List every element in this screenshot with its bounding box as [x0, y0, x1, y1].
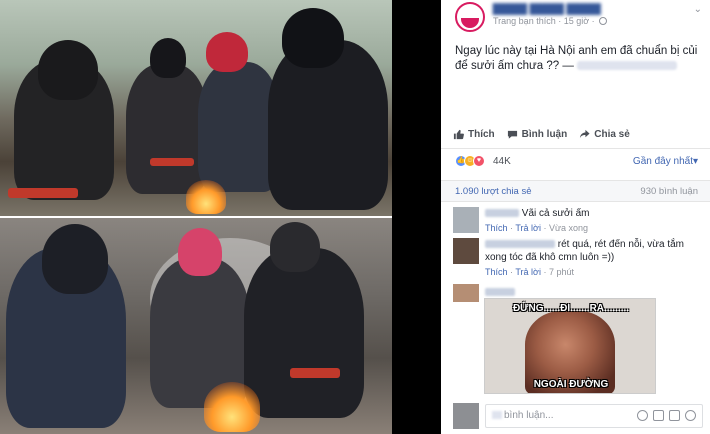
stats-bar: 1.090 lượt chia sẻ 930 bình luận: [441, 180, 710, 202]
comment-like-link[interactable]: Thích: [485, 223, 508, 233]
blurred-tag[interactable]: [577, 61, 678, 70]
comment-time[interactable]: 7 phút: [549, 267, 574, 277]
comment-label: Bình luận: [521, 129, 568, 140]
comment-2: rét quá, rét đến nỗi, vừa tắm xong tóc đ…: [453, 238, 703, 278]
post-header: ▇▇▇▇ ▇▇▇▇ ▇▇▇▇ Trang bạn thích · 15 giờ …: [441, 0, 710, 34]
speech-bubble-icon: [507, 130, 517, 139]
photo-top[interactable]: [0, 0, 392, 216]
share-arrow-icon: [580, 129, 590, 139]
caret-down-icon: ▾: [692, 156, 698, 167]
comment-author-blurred[interactable]: [485, 240, 555, 248]
comment-count[interactable]: 930 bình luận: [640, 186, 698, 197]
globe-icon: [599, 17, 608, 25]
like-label: Thích: [468, 129, 495, 140]
reactions-bar: 👍 ☺ ♥ 44K Gần đây nhất▾: [441, 148, 710, 174]
love-reaction-icon: ♥: [473, 155, 485, 167]
comment-input[interactable]: bình luận...: [485, 404, 703, 428]
gif-icon[interactable]: [669, 410, 680, 421]
comment-button[interactable]: Bình luận: [507, 129, 568, 140]
campfire: [186, 180, 226, 214]
share-button[interactable]: Chia sẻ: [579, 129, 630, 140]
comment-meta: Thích · Trả lời · 7 phút: [485, 267, 574, 277]
person-7-hood: [270, 222, 320, 272]
avatar: [453, 403, 479, 429]
page-name-blurred[interactable]: ▇▇▇▇ ▇▇▇▇ ▇▇▇▇: [493, 2, 601, 15]
person-6-hood: [178, 228, 222, 276]
sort-label: Gần đây nhất: [632, 156, 693, 167]
comment-body: Vãi cả sưởi ấm Thích · Trả lời · Vừa xon…: [485, 207, 703, 235]
comment-reply-link[interactable]: Trả lời: [515, 223, 541, 233]
person-2: [126, 64, 208, 194]
sort-dropdown[interactable]: Gần đây nhất▾: [633, 156, 698, 167]
avatar[interactable]: [453, 207, 479, 233]
person-4-hood: [282, 8, 344, 68]
person-5-hood: [42, 224, 108, 294]
comment-placeholder-text: bình luận...: [504, 410, 554, 421]
avatar[interactable]: [453, 284, 479, 302]
comment-composer: bình luận...: [453, 403, 703, 429]
like-button[interactable]: Thích: [453, 129, 495, 140]
share-count[interactable]: 1.090 lượt chia sẻ: [455, 186, 532, 197]
post-actions: Thích Bình luận Chia sẻ: [453, 129, 630, 140]
meme-top-caption: ĐỨNG......ĐI.......RA.........: [512, 303, 630, 314]
stool-3: [290, 368, 340, 378]
comment-tools: [637, 410, 696, 421]
comment-reply-link[interactable]: Trả lời: [515, 267, 541, 277]
comment-meta: Thích · Trả lời · Vừa xong: [485, 223, 589, 233]
sticker-icon[interactable]: [685, 410, 696, 421]
facebook-post: ▇▇▇▇ ▇▇▇▇ ▇▇▇▇ Trang bạn thích · 15 giờ …: [441, 0, 710, 434]
thumbs-up-icon: [453, 129, 464, 140]
stool-2: [150, 158, 194, 166]
person-1-hood: [38, 40, 98, 100]
person-3-hood: [206, 32, 248, 72]
emoji-icon[interactable]: [637, 410, 648, 421]
shared-via[interactable]: Trang bạn thích: [493, 16, 556, 26]
post-meta: Trang bạn thích · 15 giờ ·: [493, 16, 608, 26]
share-label: Chia sẻ: [594, 129, 630, 140]
campfire-2: [204, 382, 260, 432]
photo-collage[interactable]: [0, 0, 400, 434]
comment-body: rét quá, rét đến nỗi, vừa tắm xong tóc đ…: [485, 238, 703, 279]
person-2-hood: [150, 38, 186, 78]
reaction-count[interactable]: 44K: [493, 156, 511, 167]
photo-bottom[interactable]: [0, 218, 392, 434]
chevron-down-icon[interactable]: ⌄: [694, 4, 702, 15]
meme-image[interactable]: ĐỨNG......ĐI.......RA......... NGOÀI ĐƯỜ…: [484, 298, 656, 394]
camera-icon[interactable]: [653, 410, 664, 421]
comment-1: Vãi cả sưởi ấm Thích · Trả lời · Vừa xon…: [453, 207, 703, 235]
avatar[interactable]: [453, 238, 479, 264]
post-time[interactable]: 15 giờ: [564, 16, 589, 26]
page-avatar[interactable]: [455, 2, 485, 32]
reaction-icons[interactable]: 👍 ☺ ♥: [455, 155, 485, 167]
comment-author-blurred[interactable]: [485, 209, 519, 217]
comment-like-link[interactable]: Thích: [485, 267, 508, 277]
comment-text: Vãi cả sưởi ấm: [521, 208, 590, 219]
post-text: Ngay lúc này tại Hà Nội anh em đã chuẩn …: [455, 44, 705, 74]
comment-placeholder: bình luận...: [492, 410, 553, 421]
comment-time[interactable]: Vừa xong: [549, 223, 588, 233]
meme-bottom-caption: NGOÀI ĐƯỜNG: [533, 379, 609, 390]
comment-author-blurred[interactable]: [485, 288, 515, 296]
person-7: [244, 248, 364, 418]
stool-1: [8, 188, 78, 198]
